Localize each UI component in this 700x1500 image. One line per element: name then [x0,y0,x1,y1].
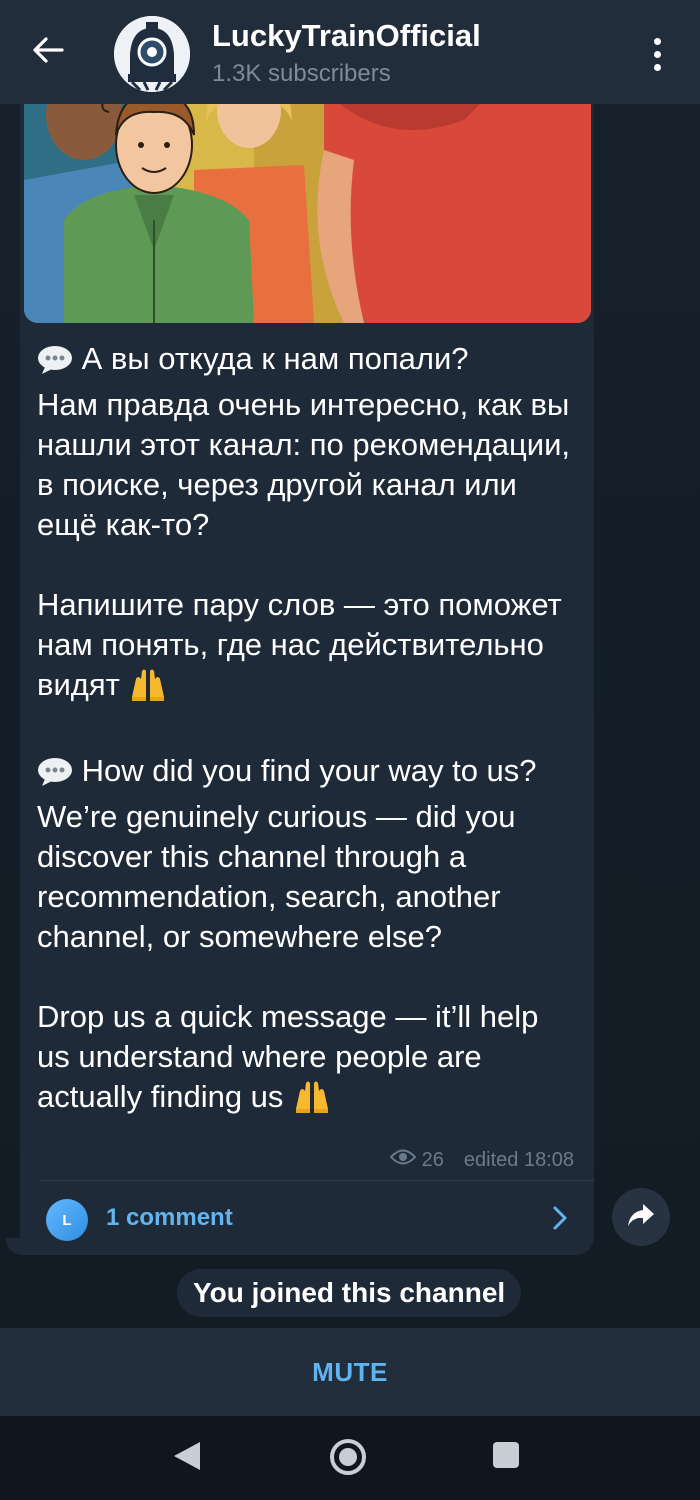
comments-button[interactable]: L 1 comment [20,1190,594,1246]
more-menu-button[interactable] [636,30,678,78]
edited-time: edited 18:08 [463,1148,574,1171]
system-navigation-bar [0,1416,700,1500]
post-text: А вы откуда к нам попали? Нам правда оче… [37,339,577,1123]
more-vertical-dot [653,50,661,58]
channel-post[interactable]: А вы откуда к нам попали? Нам правда оче… [20,90,594,1255]
back-button[interactable] [24,28,72,76]
bottom-action-bar: MUTE [0,1328,700,1416]
post-meta: 26 edited 18:08 [389,1148,574,1172]
subscriber-count: 1.3K subscribers [212,60,391,87]
ru-cta: Напишите пару слов — это поможет нам пон… [37,587,562,702]
nav-recent-icon[interactable] [493,1442,519,1468]
nav-back-icon[interactable] [170,1438,204,1479]
service-message: You joined this channel [177,1269,522,1317]
comments-divider [40,1180,594,1181]
ru-question: А вы откуда к нам попали? [81,341,469,376]
en-question: How did you find your way to us? [81,753,537,788]
share-button[interactable] [612,1188,670,1246]
view-count: 26 [421,1148,444,1171]
share-icon [626,1202,656,1233]
more-vertical-dot [653,63,661,71]
back-arrow-icon [32,36,64,69]
ru-body: Нам правда очень интересно, как вы нашли… [37,387,571,542]
raised-hands-icon [128,667,168,711]
speech-bubble-icon [37,345,73,385]
commenter-avatar: L [46,1199,88,1241]
chat-header: LuckyTrainOfficial 1.3K subscribers [0,0,700,104]
en-body: We’re genuinely curious — did you discov… [37,799,516,954]
nav-home-icon[interactable] [327,1436,369,1483]
comments-label: 1 comment [106,1204,233,1231]
channel-title[interactable]: LuckyTrainOfficial [212,18,481,54]
channel-avatar[interactable] [114,16,190,92]
en-cta: Drop us a quick message — it’ll help us … [37,999,539,1114]
eye-icon [389,1148,417,1172]
more-vertical-icon [653,37,661,45]
speech-bubble-icon [37,757,73,797]
raised-hands-icon [292,1079,332,1123]
post-image[interactable] [24,90,591,323]
chevron-right-icon [550,1204,570,1237]
mute-button[interactable]: MUTE [0,1328,700,1416]
